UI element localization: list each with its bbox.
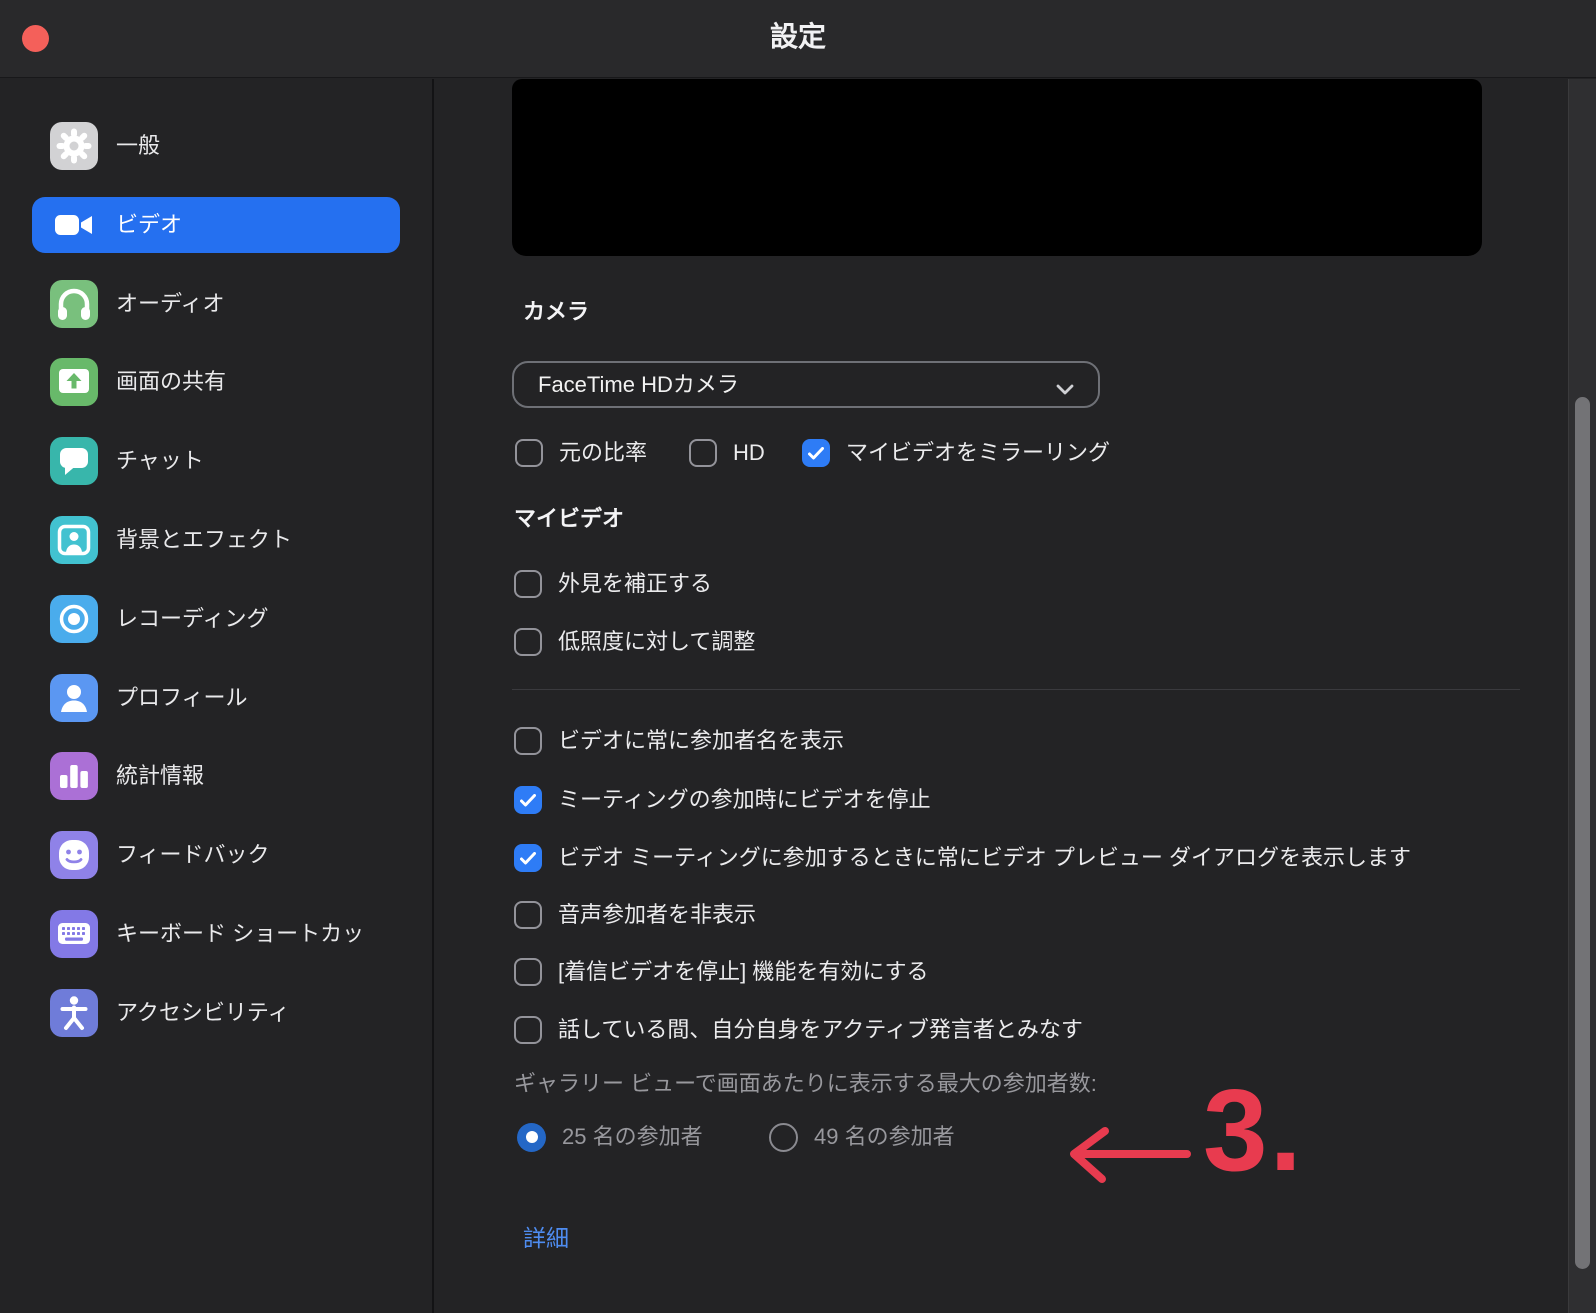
sidebar-item-label: フィードバック [116, 844, 270, 866]
video-preview [512, 79, 1482, 256]
scrollbar-track[interactable] [1568, 79, 1596, 1313]
checkbox-box [802, 439, 830, 467]
radio-button [517, 1123, 546, 1152]
checkbox-box [514, 901, 542, 929]
checkbox-always-display-participant-names[interactable]: ビデオに常に参加者名を表示 [514, 726, 844, 756]
checkbox-box [514, 958, 542, 986]
checkbox-box [514, 786, 542, 814]
camera-select-value: FaceTime HDカメラ [538, 374, 739, 396]
checkbox-label: ビデオ ミーティングに参加するときに常にビデオ プレビュー ダイアログを表示しま… [558, 844, 1411, 872]
checkbox-label: 外見を補正する [558, 570, 712, 598]
chat-icon [50, 437, 98, 485]
radio-25-participants[interactable]: 25 名の参加者 [517, 1122, 703, 1152]
sidebar-item-feedback[interactable]: フィードバック [32, 827, 400, 883]
checkbox-label: 話している間、自分自身をアクティブ発言者とみなす [558, 1016, 1083, 1044]
gear-icon [50, 122, 98, 170]
record-icon [50, 595, 98, 643]
sidebar-item-label: キーボード ショートカッ [116, 923, 364, 945]
checkbox-touch-up-appearance[interactable]: 外見を補正する [514, 569, 712, 599]
accessibility-icon [50, 989, 98, 1037]
sidebar-item-accessibility[interactable]: アクセシビリティ [32, 985, 400, 1041]
sidebar-item-audio[interactable]: オーディオ [32, 276, 400, 332]
sidebar-item-label: レコーディング [116, 608, 268, 630]
checkbox-label: 低照度に対して調整 [558, 628, 755, 656]
sidebar-item-statistics[interactable]: 統計情報 [32, 748, 400, 804]
camera-heading: カメラ [523, 301, 589, 323]
checkbox-label: ミーティングの参加時にビデオを停止 [558, 786, 931, 814]
checkbox-box [514, 844, 542, 872]
radio-49-participants[interactable]: 49 名の参加者 [769, 1122, 955, 1152]
gallery-view-label: ギャラリー ビューで画面あたりに表示する最大の参加者数: [514, 1071, 1097, 1097]
annotation-arrow-icon [1055, 1120, 1195, 1193]
camera-select[interactable]: FaceTime HDカメラ [512, 361, 1100, 408]
checkbox-mirror-my-video[interactable]: マイビデオをミラーリング [802, 438, 1110, 468]
sidebar-item-keyboard-shortcuts[interactable]: キーボード ショートカッ [32, 906, 400, 962]
checkbox-box [514, 628, 542, 656]
checkbox-box [514, 570, 542, 598]
checkbox-original-ratio[interactable]: 元の比率 [515, 438, 647, 468]
advanced-link[interactable]: 詳細 [523, 1227, 569, 1250]
checkbox-box [689, 439, 717, 467]
checkbox-box [515, 439, 543, 467]
sidebar: 一般 ビデオ オーディオ [0, 79, 434, 1313]
window-title: 設定 [0, 23, 1596, 51]
sidebar-item-chat[interactable]: チャット [32, 433, 400, 489]
sidebar-item-label: 統計情報 [116, 765, 204, 787]
headphones-icon [50, 280, 98, 328]
sidebar-item-profile[interactable]: プロフィール [32, 670, 400, 726]
keyboard-icon [50, 910, 98, 958]
sidebar-item-label: プロフィール [116, 687, 248, 709]
titlebar: 設定 [0, 0, 1596, 78]
video-camera-icon [50, 201, 98, 249]
checkbox-label: 元の比率 [559, 439, 647, 467]
statistics-icon [50, 752, 98, 800]
checkbox-label: マイビデオをミラーリング [846, 439, 1110, 467]
feedback-icon [50, 831, 98, 879]
scrollbar-thumb[interactable] [1575, 397, 1590, 1269]
sidebar-item-video[interactable]: ビデオ [32, 197, 400, 253]
sidebar-item-label: ビデオ [116, 214, 182, 236]
checkbox-label: [着信ビデオを停止] 機能を有効にする [558, 958, 929, 986]
sidebar-item-label: オーディオ [116, 293, 224, 315]
checkbox-adjust-low-light[interactable]: 低照度に対して調整 [514, 627, 755, 657]
checkbox-label: ビデオに常に参加者名を表示 [558, 727, 844, 755]
sidebar-item-screen-share[interactable]: 画面の共有 [32, 354, 400, 410]
checkbox-hd[interactable]: HD [689, 438, 765, 468]
section-divider [512, 689, 1520, 690]
screen-share-icon [50, 358, 98, 406]
my-video-heading: マイビデオ [514, 508, 624, 530]
sidebar-item-label: チャット [116, 450, 204, 472]
radio-label: 25 名の参加者 [562, 1126, 703, 1148]
checkbox-label: HD [733, 439, 765, 467]
radio-button [769, 1123, 798, 1152]
checkbox-box [514, 727, 542, 755]
checkbox-hide-non-video-participants[interactable]: 音声参加者を非表示 [514, 900, 756, 930]
checkbox-spotlight-when-speaking[interactable]: 話している間、自分自身をアクティブ発言者とみなす [514, 1015, 1083, 1045]
sidebar-item-label: 一般 [116, 135, 160, 157]
checkbox-stop-video-when-joining[interactable]: ミーティングの参加時にビデオを停止 [514, 785, 931, 815]
sidebar-item-recording[interactable]: レコーディング [32, 591, 400, 647]
checkbox-enable-stop-incoming-video[interactable]: [着信ビデオを停止] 機能を有効にする [514, 957, 929, 987]
sidebar-item-label: アクセシビリティ [116, 1002, 290, 1024]
sidebar-item-background-effects[interactable]: 背景とエフェクト [32, 512, 400, 568]
checkbox-always-show-video-preview-dialog[interactable]: ビデオ ミーティングに参加するときに常にビデオ プレビュー ダイアログを表示しま… [514, 843, 1411, 873]
profile-icon [50, 674, 98, 722]
background-effects-icon [50, 516, 98, 564]
checkbox-box [514, 1016, 542, 1044]
annotation-number: 3. [1203, 1072, 1304, 1188]
settings-window: 設定 一般 [0, 0, 1596, 1313]
sidebar-item-general[interactable]: 一般 [32, 118, 400, 174]
radio-label: 49 名の参加者 [814, 1126, 955, 1148]
sidebar-item-label: 背景とエフェクト [116, 529, 292, 551]
sidebar-item-label: 画面の共有 [116, 371, 226, 393]
chevron-down-icon [1056, 382, 1074, 400]
checkbox-label: 音声参加者を非表示 [558, 901, 756, 929]
